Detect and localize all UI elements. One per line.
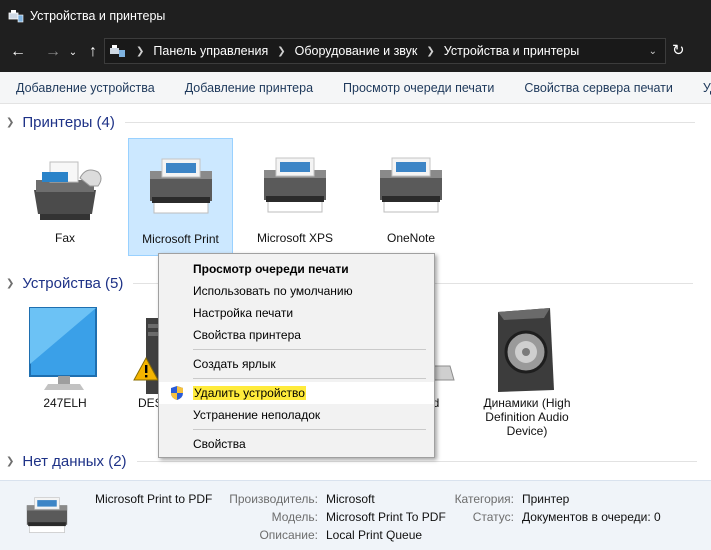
- add-printer-button[interactable]: Добавление принтера: [170, 81, 328, 95]
- forward-button[interactable]: →: [41, 40, 65, 64]
- chevron-right-icon: ❯: [136, 45, 145, 57]
- menu-item-print-queue[interactable]: Просмотр очереди печати: [159, 258, 434, 280]
- chevron-down-icon: ⌄: [68, 46, 78, 58]
- device-item-speakers[interactable]: Динамики (High Definition Audio Device): [474, 304, 580, 444]
- details-description-value: Local Print Queue: [326, 528, 423, 542]
- window-title: Устройства и принтеры: [30, 9, 166, 23]
- menu-separator: [193, 378, 426, 379]
- device-label: Microsoft XPS: [256, 231, 334, 245]
- devices-printers-icon: [8, 10, 24, 23]
- group-divider: [124, 122, 695, 123]
- group-title: Принтеры (4): [22, 114, 115, 131]
- details-pane: Microsoft Print to PDF Производитель: Mi…: [0, 480, 711, 550]
- device-item-onenote[interactable]: OneNote: [360, 148, 462, 258]
- title-bar: Устройства и принтеры: [0, 0, 711, 32]
- details-model-label: Модель:: [271, 510, 318, 524]
- menu-item-remove-device[interactable]: Удалить устройство: [159, 382, 434, 404]
- arrow-left-icon: ←: [10, 43, 26, 60]
- group-title: Устройства (5): [22, 275, 124, 292]
- group-divider: [136, 461, 697, 462]
- menu-item-set-default[interactable]: Использовать по умолчанию: [159, 280, 434, 302]
- arrow-right-icon: →: [45, 43, 61, 60]
- menu-item-troubleshoot[interactable]: Устранение неполадок: [159, 404, 434, 426]
- menu-separator: [193, 349, 426, 350]
- add-device-button[interactable]: Добавление устройства: [0, 81, 170, 95]
- navigation-bar: ← → ⌄ ↑ ❯ Панель управления ❯ Оборудован…: [0, 32, 711, 72]
- printer-icon: [149, 158, 212, 214]
- menu-separator: [193, 429, 426, 430]
- menu-item-properties[interactable]: Свойства: [159, 433, 434, 455]
- breadcrumb-control-panel[interactable]: Панель управления: [153, 44, 268, 58]
- back-button[interactable]: ←: [6, 40, 30, 64]
- details-status-value: Документов в очереди: 0: [522, 510, 661, 524]
- up-button[interactable]: ↑: [81, 40, 105, 64]
- print-queue-button[interactable]: Просмотр очереди печати: [328, 81, 509, 95]
- menu-item-create-shortcut[interactable]: Создать ярлык: [159, 353, 434, 375]
- device-label: Fax: [54, 231, 75, 245]
- remove-device-button[interactable]: Удалит: [688, 81, 711, 95]
- command-bar: Добавление устройства Добавление принтер…: [0, 72, 711, 104]
- details-manufacturer-label: Производитель:: [229, 492, 318, 506]
- details-category-value: Принтер: [522, 492, 570, 506]
- details-status-label: Статус:: [472, 510, 514, 524]
- details-category-label: Категория:: [454, 492, 514, 506]
- collapse-chevron-icon[interactable]: ❯: [6, 117, 14, 128]
- device-label: OneNote: [386, 231, 436, 245]
- monitor-icon: [29, 307, 97, 390]
- chevron-right-icon: ❯: [426, 45, 435, 57]
- breadcrumb-devices-printers[interactable]: Устройства и принтеры: [444, 44, 579, 58]
- breadcrumb-hardware-sound[interactable]: Оборудование и звук: [295, 44, 418, 58]
- arrow-up-icon: ↑: [89, 43, 97, 60]
- device-item-microsoft-print-to-pdf[interactable]: Microsoft Print: [128, 138, 233, 256]
- context-menu: Просмотр очереди печати Использовать по …: [158, 253, 435, 458]
- print-server-properties-button[interactable]: Свойства сервера печати: [509, 81, 688, 95]
- menu-item-printer-properties[interactable]: Свойства принтера: [159, 324, 434, 346]
- collapse-chevron-icon[interactable]: ❯: [6, 456, 14, 467]
- refresh-icon[interactable]: ↻: [672, 41, 685, 59]
- device-item-fax[interactable]: Fax: [14, 148, 116, 258]
- menu-item-printing-preferences[interactable]: Настройка печати: [159, 302, 434, 324]
- device-item-microsoft-xps[interactable]: Microsoft XPS: [244, 148, 346, 258]
- details-device-name: Microsoft Print to PDF: [95, 492, 213, 506]
- printer-icon: [26, 497, 68, 533]
- details-manufacturer-value: Microsoft: [326, 492, 375, 506]
- printer-icon: [264, 157, 326, 213]
- details-description-label: Описание:: [259, 528, 318, 542]
- address-field[interactable]: ❯ Панель управления ❯ Оборудование и зву…: [104, 38, 666, 64]
- uac-shield-icon: [171, 386, 183, 400]
- collapse-chevron-icon[interactable]: ❯: [6, 278, 14, 289]
- chevron-right-icon: ❯: [277, 45, 286, 57]
- device-label: Динамики (High Definition Audio Device): [483, 396, 571, 438]
- group-header-printers[interactable]: ❯ Принтеры (4): [4, 114, 710, 131]
- device-label: Microsoft Print: [142, 232, 219, 246]
- fax-icon: [34, 161, 102, 220]
- device-label: 247ELH: [43, 396, 87, 410]
- recent-locations-button[interactable]: ⌄: [65, 40, 81, 64]
- address-dropdown-icon[interactable]: ⌄: [649, 46, 657, 57]
- speaker-icon: [498, 308, 554, 392]
- device-item-247elh[interactable]: 247ELH: [14, 304, 116, 416]
- printer-icon: [380, 157, 442, 213]
- menu-item-label: Удалить устройство: [193, 386, 306, 400]
- group-title: Нет данных (2): [22, 453, 127, 470]
- control-panel-icon: [110, 45, 125, 57]
